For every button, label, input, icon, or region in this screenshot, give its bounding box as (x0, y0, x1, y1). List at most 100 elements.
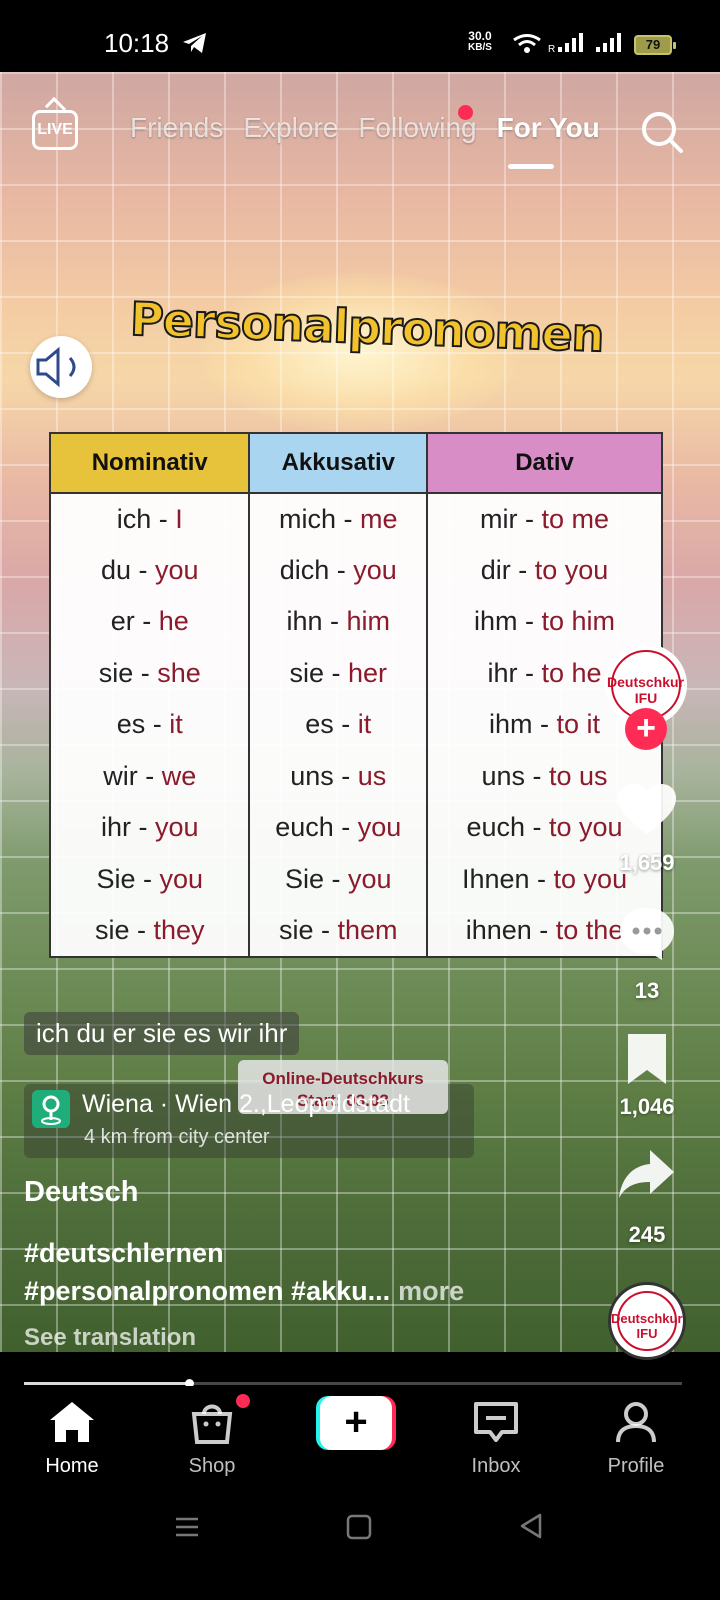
description-line-1[interactable]: #deutschlernen (24, 1234, 584, 1272)
status-bar: 10:18 30.0 KB/S R 79 (0, 0, 720, 72)
table-row: wir - we uns - us uns - to us (48, 750, 663, 802)
german-pronoun: es - (116, 709, 170, 740)
table-cell: es - it (248, 699, 429, 751)
tab-for-you[interactable]: For You (497, 112, 600, 144)
english-translation: to us (549, 760, 608, 791)
english-translation: they (153, 914, 205, 945)
shop-notification-dot (236, 1394, 250, 1408)
nav-shop-label: Shop (188, 1455, 236, 1477)
location-name[interactable]: Wiena · Wien 2.,Leopoldstadt (82, 1090, 410, 1119)
table-cell: sie - they (48, 905, 251, 957)
sound-button[interactable] (30, 336, 92, 398)
description-hashtags[interactable]: #personalpronomen #akku... (24, 1276, 390, 1306)
german-pronoun: euch - (275, 812, 358, 843)
german-pronoun: er - (110, 606, 159, 637)
german-pronoun: wir - (103, 760, 162, 791)
location-distance: 4 km from city center (84, 1126, 270, 1148)
following-notification-dot (458, 105, 473, 120)
follow-button[interactable]: + (625, 708, 667, 750)
video-description: #deutschlernen #personalpronomen #akku..… (24, 1234, 584, 1310)
music-disc[interactable]: Deutschkurse IFU (608, 1282, 686, 1360)
german-pronoun: mir - (480, 503, 542, 534)
table-cell: Sie - you (248, 853, 429, 905)
create-plus-icon: + (320, 1396, 392, 1450)
english-translation: we (161, 760, 197, 791)
table-cell: du - you (48, 544, 251, 596)
english-translation: you (357, 812, 402, 843)
progress-fill (24, 1382, 189, 1385)
german-pronoun: ihnen - (465, 914, 556, 945)
signal-r-icon: R (548, 33, 583, 54)
battery-icon: 79 (634, 35, 676, 55)
english-translation: it (357, 709, 372, 740)
video-subtitle: ich du er sie es wir ihr (24, 1012, 300, 1055)
german-pronoun: es - (305, 709, 358, 740)
tab-explore[interactable]: Explore (243, 112, 338, 144)
english-translation: to me (541, 503, 610, 534)
table-cell: ihr - you (48, 802, 251, 854)
header-akkusativ: Akkusativ (248, 432, 429, 494)
english-translation: to the (555, 914, 624, 945)
german-pronoun: ihr - (487, 657, 542, 688)
table-cell: mir - to me (426, 493, 663, 545)
see-translation-link[interactable]: See translation (24, 1324, 196, 1352)
german-pronoun: Ihnen - (461, 863, 554, 894)
table-row: sie - they sie - them ihnen - to the (48, 905, 663, 957)
comment-icon[interactable] (616, 904, 678, 962)
telegram-icon (183, 33, 206, 53)
network-speed: 30.0 KB/S (468, 30, 492, 54)
top-tabs: Friends Explore Following For You (130, 112, 600, 144)
german-pronoun: uns - (290, 760, 358, 791)
more-link[interactable]: more (398, 1276, 464, 1306)
english-translation: he (158, 606, 189, 637)
create-button[interactable]: + (316, 1396, 396, 1450)
signal-r-label: R (548, 44, 555, 54)
tab-friends[interactable]: Friends (130, 112, 223, 144)
bookmark-icon[interactable] (616, 1032, 678, 1088)
share-icon[interactable] (616, 1146, 678, 1202)
english-translation: it (169, 709, 183, 740)
english-translation: you (159, 863, 204, 894)
english-translation: them (337, 914, 398, 945)
nav-shop[interactable]: Shop (152, 1400, 272, 1478)
home-icon (50, 1402, 94, 1442)
english-translation: you (348, 863, 392, 894)
video-progress-bar[interactable] (24, 1379, 682, 1388)
live-icon[interactable]: LIVE (32, 110, 78, 150)
german-pronoun: ihm - (489, 709, 557, 740)
table-row: du - you dich - you dir - to you (48, 544, 663, 596)
english-translation: you (154, 812, 199, 843)
german-pronoun: sie - (94, 914, 154, 945)
german-pronoun: ihr - (100, 812, 155, 843)
like-icon[interactable] (616, 782, 678, 838)
english-translation: to it (556, 709, 601, 740)
german-pronoun: ihn - (286, 606, 347, 637)
speed-unit: KB/S (468, 42, 492, 53)
table-row: ihr - you euch - you euch - to you (48, 802, 663, 854)
table-cell: Sie - you (48, 853, 251, 905)
english-translation: us (357, 760, 387, 791)
nav-home[interactable]: Home (12, 1400, 132, 1478)
table-cell: ihn - him (248, 596, 429, 648)
back-icon[interactable] (518, 1512, 544, 1540)
nav-profile[interactable]: Profile (576, 1400, 696, 1478)
english-translation: she (157, 657, 201, 688)
location-pin-icon (32, 1090, 70, 1128)
german-pronoun: sie - (98, 657, 158, 688)
english-translation: you (154, 554, 199, 585)
save-count: 1,046 (619, 1094, 675, 1119)
english-translation: you (353, 554, 397, 585)
home-square-icon[interactable] (346, 1513, 372, 1541)
german-pronoun: mich - (279, 503, 360, 534)
author-name[interactable]: Deutsch (24, 1176, 138, 1209)
search-icon[interactable] (640, 110, 684, 154)
table-row: er - he ihn - him ihm - to him (48, 596, 663, 648)
menu-icon[interactable] (174, 1514, 200, 1540)
active-tab-underline (508, 164, 554, 169)
table-row: Sie - you Sie - you Ihnen - to you (48, 853, 663, 905)
table-row: ich - Imich - me mir - to me (48, 493, 663, 545)
table-cell: uns - us (248, 750, 429, 802)
nav-inbox[interactable]: Inbox (436, 1400, 556, 1478)
table-body: ich - Imich - me mir - to me du - you dich … (48, 493, 663, 957)
english-translation: to you (549, 812, 623, 843)
